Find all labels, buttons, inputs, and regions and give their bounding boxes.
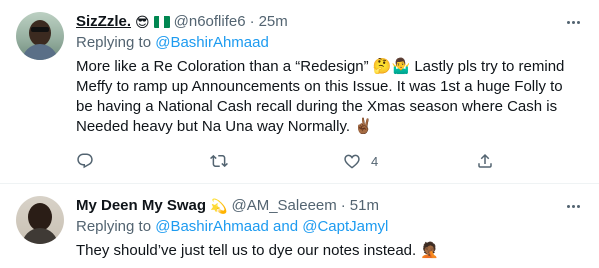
like-icon bbox=[344, 154, 360, 169]
tweet[interactable]: My Deen My Swag 💫 @AM_Saleeem · 51m Repl… bbox=[0, 184, 599, 268]
reply-button[interactable] bbox=[76, 151, 104, 171]
share-icon bbox=[478, 153, 492, 168]
more-icon[interactable] bbox=[563, 196, 583, 216]
tweet-header: My Deen My Swag 💫 @AM_Saleeem · 51m bbox=[76, 196, 583, 216]
tweet-text: More like a Re Coloration than a “Redesi… bbox=[76, 58, 565, 135]
avatar-body bbox=[22, 228, 58, 244]
share-button[interactable] bbox=[476, 151, 494, 171]
like-button[interactable]: 4 bbox=[343, 151, 378, 171]
avatar[interactable] bbox=[16, 12, 64, 60]
reply-icon bbox=[77, 153, 93, 169]
avatar[interactable] bbox=[16, 196, 64, 244]
replying-to: Replying to @BashirAhmaad bbox=[76, 33, 583, 53]
mention-link[interactable]: @BashirAhmaad bbox=[155, 218, 269, 235]
tweet-content: SizZzle. 😎 @n6oflife6 · 25m Replying to … bbox=[76, 12, 583, 169]
retweet-button[interactable] bbox=[210, 151, 238, 171]
avatar-head bbox=[28, 203, 52, 231]
avatar-sunglasses bbox=[31, 27, 49, 32]
flag-icon bbox=[153, 16, 170, 28]
retweet-icon bbox=[210, 154, 228, 168]
tweet-text: They should’ve just tell us to dye our n… bbox=[76, 242, 440, 259]
replying-join: and bbox=[268, 218, 303, 235]
timestamp[interactable]: 25m bbox=[259, 12, 288, 32]
timestamp[interactable]: 51m bbox=[350, 196, 379, 216]
more-icon[interactable] bbox=[563, 12, 583, 32]
name-emoji: 😎 bbox=[135, 14, 150, 30]
user-handle[interactable]: @n6oflife6 bbox=[174, 12, 246, 32]
avatar-head bbox=[29, 20, 51, 46]
name-emoji: 💫 bbox=[210, 198, 228, 214]
user-handle[interactable]: @AM_Saleeem bbox=[231, 196, 336, 216]
separator-dot: · bbox=[249, 13, 255, 30]
display-name[interactable]: SizZzle. bbox=[76, 12, 131, 32]
mention-link[interactable]: @CaptJamyl bbox=[302, 218, 388, 235]
tweet-actions: 4 bbox=[76, 151, 492, 171]
replying-to: Replying to @BashirAhmaad and @CaptJamyl bbox=[76, 217, 583, 237]
replying-prefix: Replying to bbox=[76, 34, 156, 51]
separator-dot: · bbox=[340, 197, 346, 214]
tweet-content: My Deen My Swag 💫 @AM_Saleeem · 51m Repl… bbox=[76, 196, 583, 261]
display-name[interactable]: My Deen My Swag bbox=[76, 196, 206, 216]
mention-link[interactable]: @BashirAhmaad bbox=[155, 34, 269, 51]
avatar-body bbox=[22, 44, 58, 60]
like-count: 4 bbox=[371, 153, 379, 169]
replying-prefix: Replying to bbox=[76, 218, 156, 235]
tweet[interactable]: SizZzle. 😎 @n6oflife6 · 25m Replying to … bbox=[0, 0, 599, 184]
tweet-header: SizZzle. 😎 @n6oflife6 · 25m bbox=[76, 12, 583, 32]
